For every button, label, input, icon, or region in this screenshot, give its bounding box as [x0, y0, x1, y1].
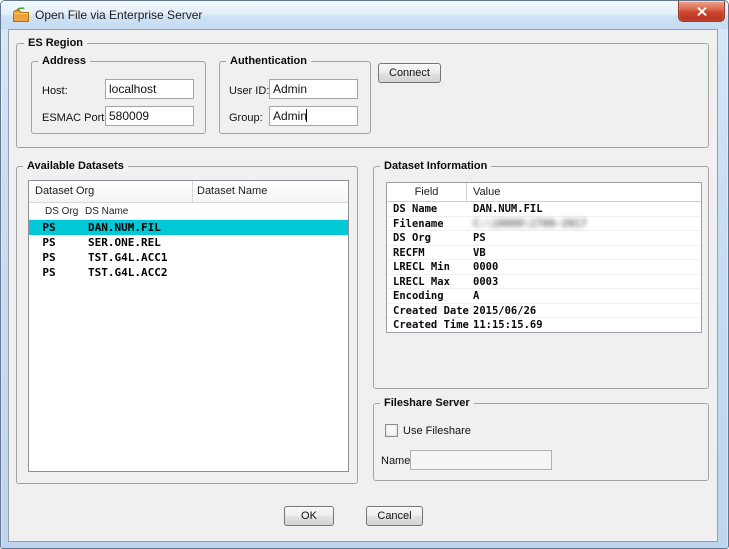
subcolumn-ds-org: DS Org — [45, 206, 85, 217]
datasets-subheader: DS Org DS Name — [29, 203, 348, 220]
cancel-button[interactable]: Cancel — [366, 506, 423, 526]
use-fileshare-checkbox[interactable] — [385, 424, 398, 437]
dataset-name-cell: TST.G4L.ACC2 — [88, 265, 167, 280]
connect-button[interactable]: Connect — [378, 63, 441, 83]
authentication-label: Authentication — [226, 54, 311, 69]
group-input[interactable] — [269, 106, 358, 126]
fileshare-server-group: Fileshare Server Use Fileshare Name: — [373, 403, 709, 481]
dataset-row[interactable]: PS TST.G4L.ACC1 — [29, 250, 348, 265]
info-row: Created Time 11:15:15.69 — [387, 318, 701, 333]
fileshare-server-label: Fileshare Server — [380, 396, 474, 411]
info-row: DS Name DAN.NUM.FIL — [387, 202, 701, 217]
info-field-cell: DS Name — [387, 202, 467, 216]
dataset-row[interactable]: PS SER.ONE.REL — [29, 235, 348, 250]
info-value-cell: 11:15:15.69 — [467, 318, 701, 332]
column-field: Field — [387, 183, 467, 201]
close-button[interactable] — [678, 1, 725, 22]
info-field-cell: Encoding — [387, 289, 467, 303]
fileshare-name-input[interactable] — [410, 450, 552, 470]
datasets-column-header: Dataset Org Dataset Name — [29, 181, 348, 203]
info-row: RECFM VB — [387, 246, 701, 261]
info-value-cell: 2015/06/26 — [467, 304, 701, 318]
info-field-cell: RECFM — [387, 246, 467, 260]
subcolumn-ds-name: DS Name — [85, 206, 128, 217]
info-row: Created Date 2015/06/26 — [387, 304, 701, 319]
dataset-org-cell: PS — [29, 235, 69, 250]
es-region-label: ES Region — [24, 36, 87, 51]
info-value-cell: DAN.NUM.FIL — [467, 202, 701, 216]
group-label: Group: — [229, 112, 263, 124]
ok-button[interactable]: OK — [284, 506, 334, 526]
info-value-cell: VB — [467, 246, 701, 260]
use-fileshare-label[interactable]: Use Fileshare — [403, 425, 471, 437]
info-row: Encoding A — [387, 289, 701, 304]
user-id-label: User ID: — [229, 85, 269, 97]
esmac-port-label: ESMAC Port: — [42, 112, 107, 124]
info-row: LRECL Max 0003 — [387, 275, 701, 290]
info-value-cell: 0003 — [467, 275, 701, 289]
available-datasets-label: Available Datasets — [23, 159, 128, 174]
column-value: Value — [467, 183, 701, 201]
dataset-org-cell: PS — [29, 220, 69, 235]
info-row: LRECL Min 0000 — [387, 260, 701, 275]
datasets-rows: PS DAN.NUM.FIL PS SER.ONE.REL PS TST.G4L… — [29, 220, 348, 280]
info-value-cell: PS — [467, 231, 701, 245]
open-folder-icon — [12, 7, 30, 23]
info-row: Filename C:\10000\1T00-2017 — [387, 217, 701, 232]
dataset-name-cell: SER.ONE.REL — [88, 235, 161, 250]
esmac-port-input[interactable] — [105, 106, 194, 126]
authentication-group: Authentication User ID: Group: — [219, 61, 371, 134]
info-header: Field Value — [387, 183, 701, 202]
dataset-org-cell: PS — [29, 250, 69, 265]
title-bar[interactable]: Open File via Enterprise Server — [1, 1, 728, 29]
available-datasets-group: Available Datasets Dataset Org Dataset N… — [16, 166, 358, 484]
host-input[interactable] — [105, 79, 194, 99]
info-value-cell: C:\10000\1T00-2017 — [467, 217, 701, 231]
info-field-cell: Filename — [387, 217, 467, 231]
address-label: Address — [38, 54, 90, 69]
info-value-cell: 0000 — [467, 260, 701, 274]
dataset-information-label: Dataset Information — [380, 159, 491, 174]
info-field-cell: LRECL Max — [387, 275, 467, 289]
address-group: Address Host: ESMAC Port: — [31, 61, 206, 134]
dataset-name-cell: DAN.NUM.FIL — [88, 220, 161, 235]
window-title: Open File via Enterprise Server — [35, 8, 202, 22]
dataset-row[interactable]: PS TST.G4L.ACC2 — [29, 265, 348, 280]
dataset-name-cell: TST.G4L.ACC1 — [88, 250, 167, 265]
info-rows: DS Name DAN.NUM.FIL Filename C:\10000\1T… — [387, 202, 701, 333]
dataset-org-cell: PS — [29, 265, 69, 280]
datasets-listview: Dataset Org Dataset Name DS Org DS Name … — [28, 180, 349, 472]
host-label: Host: — [42, 85, 68, 97]
dialog-window: Open File via Enterprise Server ES Regio… — [0, 0, 729, 549]
info-field-cell: Created Time — [387, 318, 467, 332]
dataset-information-group: Dataset Information Field Value DS Name … — [373, 166, 709, 389]
info-field-cell: LRECL Min — [387, 260, 467, 274]
close-icon — [697, 7, 707, 16]
fileshare-name-label: Name: — [381, 455, 413, 467]
column-dataset-org[interactable]: Dataset Org — [29, 181, 193, 202]
text-cursor — [306, 109, 307, 122]
dataset-information-panel: Field Value DS Name DAN.NUM.FIL Filename… — [386, 182, 702, 333]
info-field-cell: DS Org — [387, 231, 467, 245]
info-row: DS Org PS — [387, 231, 701, 246]
column-dataset-name[interactable]: Dataset Name — [193, 181, 348, 202]
info-value-cell: A — [467, 289, 701, 303]
user-id-input[interactable] — [269, 79, 358, 99]
info-field-cell: Created Date — [387, 304, 467, 318]
dataset-row[interactable]: PS DAN.NUM.FIL — [29, 220, 348, 235]
